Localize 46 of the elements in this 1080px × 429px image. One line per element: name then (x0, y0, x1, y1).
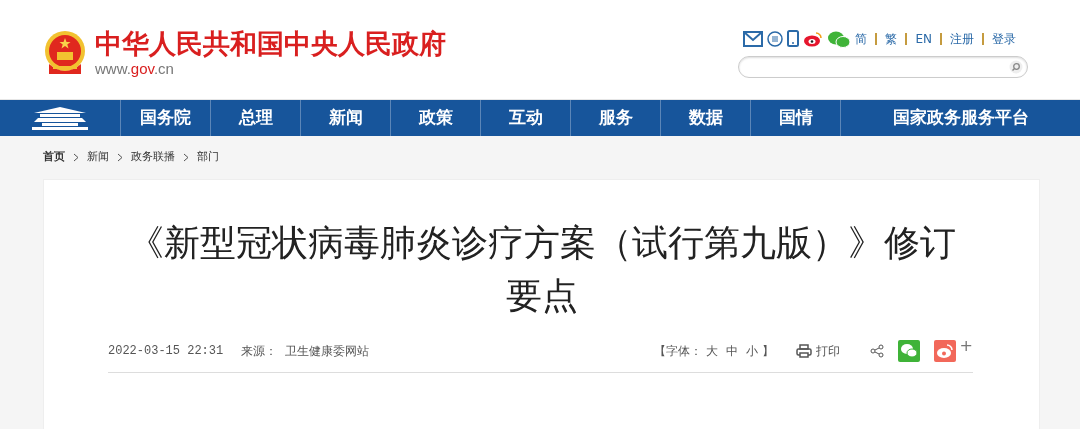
bracket-text: 】 (761, 342, 774, 360)
printer-icon[interactable] (795, 343, 812, 358)
nav-link[interactable]: 服务 (570, 100, 660, 136)
weibo-share-icon[interactable] (933, 339, 956, 362)
article-title: 《新型冠状病毒肺炎诊疗方案（试行第九版）》修订要点 (126, 220, 957, 318)
nav-link[interactable]: 国情 (750, 100, 840, 136)
wechat-share-icon[interactable] (897, 339, 920, 362)
nav-link[interactable]: 互动 (480, 100, 570, 136)
search-icon[interactable] (1009, 59, 1023, 74)
nav-link[interactable]: 总理 (210, 100, 300, 136)
phone-icon[interactable] (787, 30, 800, 47)
nav-link[interactable]: 数据 (660, 100, 750, 136)
site-title: 中华人民共和国中央人民政府 (95, 29, 446, 57)
chevron-icon (117, 152, 123, 162)
emblem-icon (43, 29, 87, 76)
breadcrumb-link[interactable]: 首页 (43, 149, 65, 166)
top-link[interactable]: 注册 (950, 29, 974, 48)
nav-link[interactable]: 政策 (390, 100, 480, 136)
top-link[interactable]: 登录 (992, 29, 1016, 48)
chevron-icon (183, 152, 189, 162)
breadcrumb-link[interactable]: 新闻 (87, 149, 109, 166)
top-link[interactable]: 简 (855, 29, 868, 48)
site-url[interactable]: www.gov.cn (95, 60, 446, 76)
share-icon[interactable] (869, 343, 884, 358)
mail-icon[interactable] (743, 30, 764, 47)
source-label: 来源： (241, 342, 278, 360)
breadcrumb-link[interactable]: 部门 (197, 149, 219, 166)
more-link[interactable]: + (959, 333, 973, 358)
font-size-link[interactable]: 中 (725, 341, 738, 360)
nav-link[interactable]: 新闻 (300, 100, 390, 136)
wechat-icon[interactable] (827, 29, 852, 48)
font-size-link[interactable]: 小 (745, 341, 758, 360)
nav-link[interactable]: 国务院 (120, 100, 210, 136)
source-text: 卫生健康委网站 (285, 342, 370, 360)
top-link[interactable]: EN (915, 29, 932, 48)
nav-link[interactable]: 国家政务服务平台 (840, 100, 1080, 136)
chevron-icon (73, 152, 79, 162)
print-link[interactable]: 打印 (815, 341, 840, 360)
top-link[interactable]: 繁 (885, 29, 898, 48)
chat-icon[interactable] (767, 30, 784, 47)
font-size-label: 【字体： (653, 342, 702, 360)
breadcrumb-link[interactable]: 政务联播 (131, 149, 175, 166)
font-size-link[interactable]: 大 (705, 341, 718, 360)
publish-date: 2022-03-15 22:31 (108, 342, 224, 360)
weibo-icon[interactable] (803, 30, 824, 47)
building-icon (30, 105, 90, 131)
